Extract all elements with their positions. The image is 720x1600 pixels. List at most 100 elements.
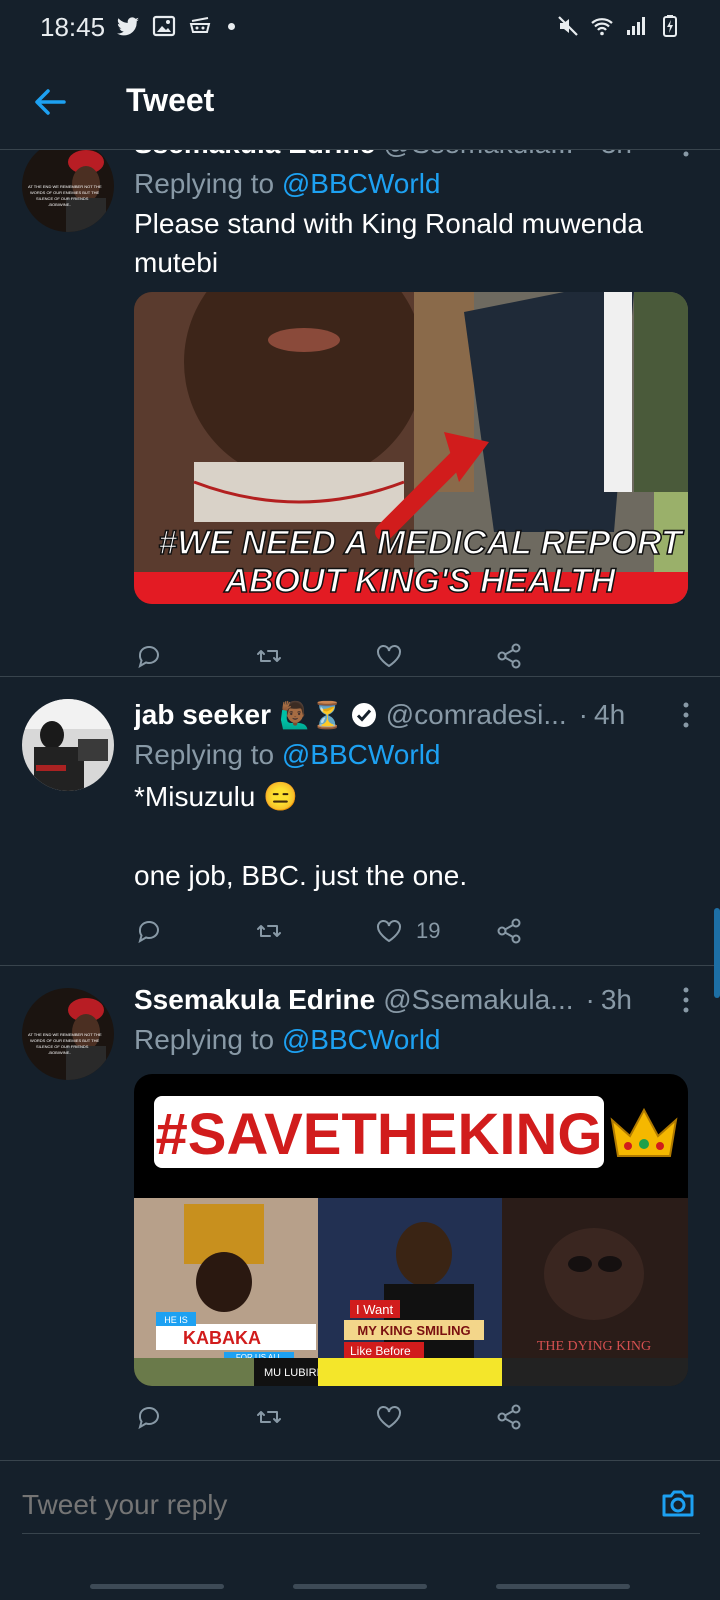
tweet-time: 4h: [594, 699, 626, 730]
like-count: 19: [416, 918, 441, 943]
notification-dot: [228, 22, 235, 30]
status-right-icons: [556, 14, 682, 38]
game-icon: [189, 17, 211, 33]
retweet-icon: [257, 650, 281, 662]
svg-text:WORDS OF OUR ENEMIES BUT THE: WORDS OF OUR ENEMIES BUT THE: [30, 1038, 100, 1043]
reply-input[interactable]: [22, 1483, 622, 1527]
replying-to: Replying to @BBCWorld: [134, 164, 686, 204]
replying-to-link[interactable]: @BBCWorld: [282, 739, 441, 770]
user-handle[interactable]: @Ssemakula...: [383, 150, 573, 160]
panel2-line1: I Want: [356, 1302, 393, 1317]
user-handle[interactable]: @comradesi...: [386, 699, 567, 731]
media-banner-text: #SAVETHEKING: [156, 1102, 603, 1167]
reply-composer: [0, 1460, 720, 1560]
back-arrow-icon[interactable]: [30, 82, 70, 122]
tweet-content: jab seeker 🙋🏾‍♂️⏳ @comradesi... · 4h Rep…: [134, 695, 689, 895]
svg-text:-BOBIWINE-: -BOBIWINE-: [48, 202, 71, 207]
status-time: 18:45: [40, 12, 106, 42]
avatar[interactable]: [22, 699, 114, 791]
name-emojis: 🙋🏾‍♂️⏳: [279, 699, 344, 730]
display-name[interactable]: Ssemakula Edrine: [134, 984, 375, 1016]
reply-icon: [138, 920, 159, 944]
verified-badge-icon: [351, 703, 376, 727]
tweet-actions: 19: [134, 911, 614, 951]
heart-icon: [377, 1406, 401, 1429]
reply-button[interactable]: [134, 911, 254, 951]
tweet-actions: [134, 636, 614, 676]
more-options-icon[interactable]: [674, 984, 698, 1016]
tweet-actions: [134, 1397, 614, 1437]
tweet-content: Ssemakula Edrine @Ssemakula... · 3h Repl…: [134, 150, 689, 604]
reply-button[interactable]: [134, 1397, 254, 1437]
svg-text:SILENCE OF OUR FRIENDS: SILENCE OF OUR FRIENDS: [36, 196, 89, 201]
reply-icon: [138, 645, 159, 669]
nav-back-button[interactable]: [496, 1584, 630, 1589]
panel1-title: KABAKA: [183, 1328, 261, 1348]
replying-to: Replying to @BBCWorld: [134, 735, 686, 775]
tweet-header: Ssemakula Edrine @Ssemakula... · 3h: [134, 980, 686, 1020]
share-button[interactable]: [494, 636, 614, 676]
replying-to-link[interactable]: @BBCWorld: [282, 168, 441, 199]
more-options-icon[interactable]: [674, 699, 698, 731]
wifi-icon: [591, 18, 613, 36]
svg-text:SILENCE OF OUR FRIENDS: SILENCE OF OUR FRIENDS: [36, 1044, 89, 1049]
panel1-tag: HE IS: [164, 1315, 188, 1325]
battery-icon: [663, 15, 677, 37]
panel2-line3: Like Before: [350, 1344, 411, 1358]
retweet-button[interactable]: [254, 911, 374, 951]
twitter-icon: [117, 17, 139, 36]
avatar[interactable]: AT THE END WE REMEMBER NOT THE WORDS OF …: [22, 988, 114, 1080]
retweet-button[interactable]: [254, 1397, 374, 1437]
retweet-icon: [257, 1411, 281, 1423]
separator-dot: ·: [585, 984, 595, 1015]
more-options-icon[interactable]: [674, 150, 698, 160]
reply-underline: [22, 1533, 700, 1534]
tweet-header: Ssemakula Edrine @Ssemakula... · 3h: [134, 150, 686, 164]
display-name[interactable]: jab seeker: [134, 699, 271, 731]
tweet-card[interactable]: jab seeker 🙋🏾‍♂️⏳ @comradesi... · 4h Rep…: [0, 677, 720, 966]
share-icon: [497, 643, 521, 669]
tweet-content: Ssemakula Edrine @Ssemakula... · 3h Repl…: [134, 980, 689, 1386]
tweet-media-image[interactable]: #SAVETHEKING HE IS KABAKA FOR US ALL I W…: [134, 1074, 688, 1386]
nav-recents-button[interactable]: [90, 1584, 224, 1589]
retweet-button[interactable]: [254, 636, 374, 676]
image-icon: [152, 15, 176, 37]
separator-dot: ·: [578, 699, 588, 730]
camera-icon[interactable]: [658, 1483, 698, 1523]
share-button[interactable]: [494, 911, 614, 951]
like-button[interactable]: 19: [374, 911, 494, 951]
share-button[interactable]: [494, 1397, 614, 1437]
reply-button[interactable]: [134, 636, 254, 676]
tweet-card[interactable]: AT THE END WE REMEMBER NOT THE WORDS OF …: [0, 150, 720, 677]
share-icon: [497, 1404, 521, 1430]
share-icon: [497, 918, 521, 944]
reply-icon: [138, 1406, 159, 1430]
avatar[interactable]: AT THE END WE REMEMBER NOT THE WORDS OF …: [22, 150, 114, 232]
tweet-timeline[interactable]: AT THE END WE REMEMBER NOT THE WORDS OF …: [0, 150, 720, 1485]
tweet-card[interactable]: AT THE END WE REMEMBER NOT THE WORDS OF …: [0, 966, 720, 1466]
tweet-header: jab seeker 🙋🏾‍♂️⏳ @comradesi... · 4h: [134, 695, 686, 735]
replying-prefix: Replying to: [134, 1024, 275, 1055]
replying-prefix: Replying to: [134, 739, 275, 770]
user-handle[interactable]: @Ssemakula...: [383, 984, 573, 1016]
heart-icon: [377, 920, 401, 943]
page-title: Tweet: [126, 82, 215, 118]
media-caption-line1: #WE NEED A MEDICAL REPORT: [158, 524, 685, 562]
like-button[interactable]: [374, 1397, 494, 1437]
separator-dot: ·: [586, 150, 595, 160]
nav-home-button[interactable]: [293, 1584, 427, 1589]
replying-to-link[interactable]: @BBCWorld: [282, 1024, 441, 1055]
signal-icon: [627, 17, 645, 35]
status-left-icons: [116, 14, 235, 38]
panel-strip-text: MU LUBIRI: [264, 1367, 320, 1379]
panel2-line2: MY KING SMILING: [357, 1323, 470, 1338]
retweet-icon: [257, 925, 281, 937]
replying-to: Replying to @BBCWorld: [134, 1020, 686, 1060]
tweet-media-image[interactable]: #WE NEED A MEDICAL REPORT ABOUT KING'S H…: [134, 292, 688, 604]
scrollbar-thumb[interactable]: [714, 908, 720, 998]
like-button[interactable]: [374, 636, 494, 676]
mute-icon: [558, 16, 578, 36]
replying-prefix: Replying to: [134, 168, 275, 199]
svg-text:WORDS OF OUR ENEMIES BUT THE: WORDS OF OUR ENEMIES BUT THE: [30, 190, 100, 195]
display-name[interactable]: Ssemakula Edrine: [134, 150, 375, 160]
